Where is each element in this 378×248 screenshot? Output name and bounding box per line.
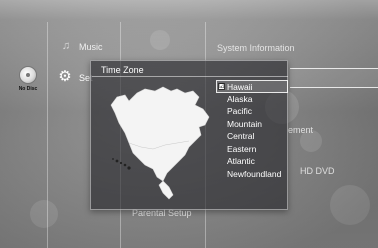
timezone-map	[110, 86, 210, 200]
hawaii-island	[115, 159, 119, 163]
menu-item-hd-dvd[interactable]: HD DVD	[300, 166, 335, 176]
timezone-option-alaska[interactable]: Alaska	[216, 93, 288, 106]
hawaii-island	[119, 161, 123, 165]
timezone-option-pacific[interactable]: Pacific	[216, 105, 288, 118]
timezone-label: Newfoundland	[227, 168, 282, 179]
hawaii-island	[112, 158, 114, 160]
timezone-label: Pacific	[227, 106, 253, 116]
timezone-label: Alaska	[227, 93, 253, 104]
music-note-icon[interactable]: ♫	[58, 38, 74, 54]
timezone-label: Mountain	[227, 118, 262, 129]
title-divider	[92, 76, 288, 77]
bokeh-light	[150, 30, 170, 50]
menu-item-system-information[interactable]: System Information	[217, 43, 295, 53]
gear-icon[interactable]: ⚙	[55, 66, 75, 86]
timezone-option-eastern[interactable]: Eastern	[216, 143, 288, 156]
bokeh-light	[330, 185, 370, 225]
disc-icon	[19, 66, 37, 84]
timezone-option-atlantic[interactable]: Atlantic	[216, 155, 288, 168]
checkbox-checked-icon[interactable]: ☑	[218, 83, 225, 90]
disc-status: No Disc	[14, 66, 42, 100]
timezone-label: Hawaii	[227, 82, 253, 92]
disc-status-label: No Disc	[18, 86, 38, 92]
timezone-label: Eastern	[227, 143, 257, 154]
timezone-label: Central	[227, 131, 255, 141]
timezone-option-mountain[interactable]: Mountain	[216, 118, 288, 131]
menu-item-management[interactable]: ement	[288, 125, 313, 135]
selected-row-highlight	[290, 68, 378, 88]
menu-item-music[interactable]: Music	[79, 42, 103, 52]
timezone-option-newfoundland[interactable]: Newfoundland	[216, 168, 288, 181]
column-divider	[47, 22, 48, 248]
dialog-title: Time Zone	[101, 65, 144, 75]
hawaii-island	[123, 163, 127, 167]
hawaii-island	[127, 166, 131, 170]
timezone-option-hawaii[interactable]: ☑ Hawaii	[216, 80, 288, 93]
central-america-shape	[158, 180, 174, 200]
bokeh-light	[30, 200, 58, 228]
north-america-shape	[110, 86, 210, 182]
time-zone-dialog: Time Zone ☑ Hawaii Alaska Pacific Mounta…	[90, 60, 288, 210]
timezone-label: Atlantic	[227, 156, 255, 166]
timezone-list: ☑ Hawaii Alaska Pacific Mountain Central…	[216, 80, 288, 180]
timezone-option-central[interactable]: Central	[216, 130, 288, 143]
